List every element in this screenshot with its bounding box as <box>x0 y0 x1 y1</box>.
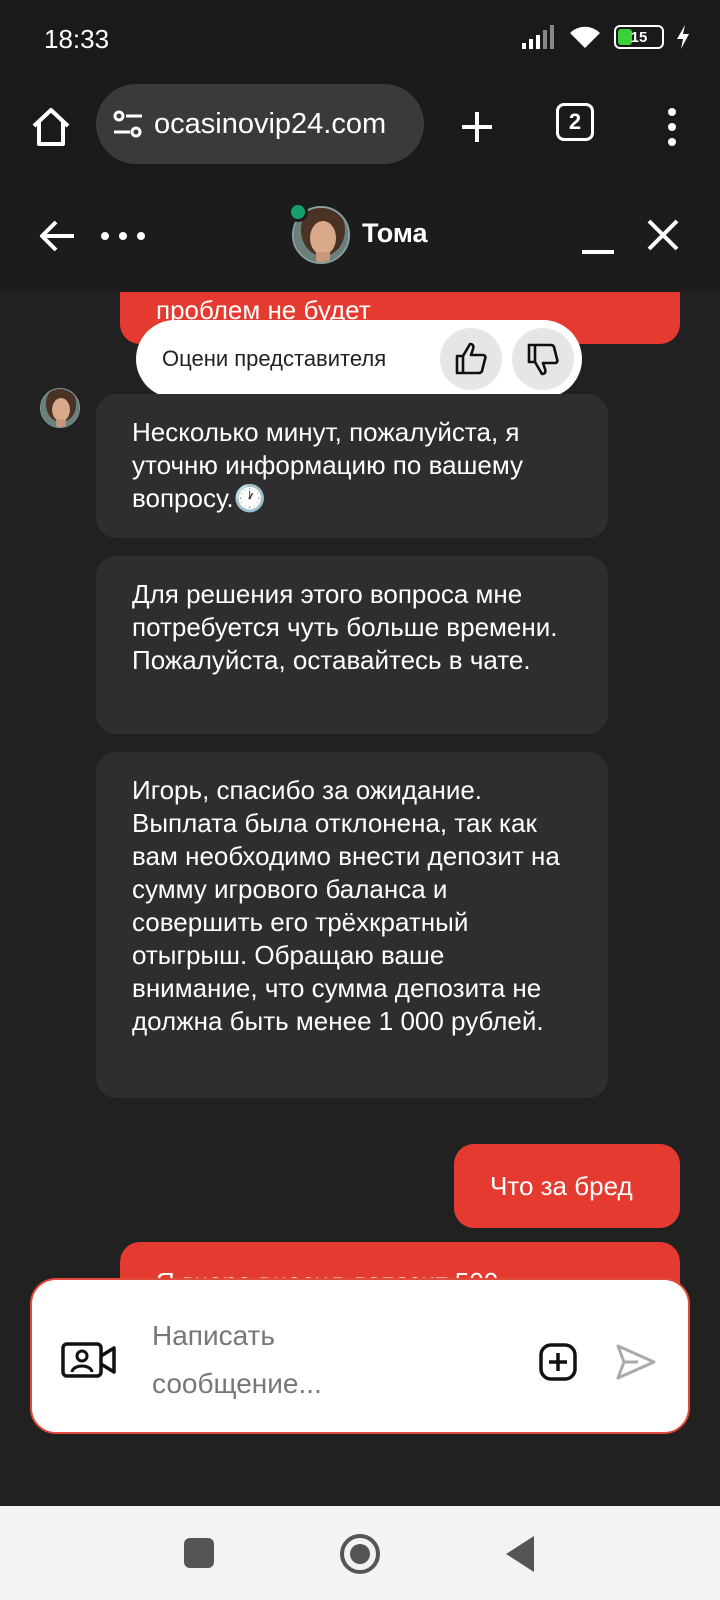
message-composer: Написать сообщение... <box>30 1278 690 1434</box>
status-bar: 18:33 15 <box>0 0 720 80</box>
recents-button[interactable] <box>184 1538 214 1568</box>
signal-icon <box>522 25 554 49</box>
message-text: Игорь, спасибо за ожидание. Выплата была… <box>132 775 560 1036</box>
message-text: Для решения этого вопроса мне потребуетс… <box>132 579 558 675</box>
message-input[interactable]: Написать сообщение... <box>152 1312 412 1408</box>
thumbs-up-button[interactable] <box>440 328 502 390</box>
thumbs-down-icon <box>527 343 559 376</box>
back-button[interactable] <box>506 1536 534 1572</box>
url-text: ocasinovip24.com <box>154 107 387 140</box>
video-call-icon[interactable] <box>60 1338 118 1382</box>
address-bar[interactable]: ocasinovip24.com <box>96 84 424 164</box>
home-button[interactable] <box>340 1534 380 1574</box>
agent-message-avatar <box>40 388 80 428</box>
battery-icon: 15 <box>614 25 664 49</box>
agent-message: Несколько минут, пожалуйста, я уточню ин… <box>96 394 608 538</box>
thumbs-up-icon <box>455 342 487 375</box>
status-time: 18:33 <box>44 24 110 54</box>
overflow-menu-icon[interactable] <box>652 102 692 152</box>
back-arrow-icon[interactable] <box>38 216 78 256</box>
agent-message: Игорь, спасибо за ожидание. Выплата была… <box>96 752 608 1098</box>
minimize-icon[interactable] <box>580 216 616 256</box>
online-status-dot <box>288 202 308 222</box>
add-attachment-icon[interactable] <box>538 1342 578 1382</box>
user-message: Что за бред <box>454 1144 680 1228</box>
thumbs-down-button[interactable] <box>512 328 574 390</box>
rate-agent-label: Оцени представителя <box>162 346 387 371</box>
close-icon[interactable] <box>644 216 682 254</box>
charging-icon <box>677 25 689 49</box>
send-icon[interactable] <box>614 1340 658 1384</box>
message-text: Что за бред <box>490 1171 633 1201</box>
battery-level: 15 <box>630 28 648 46</box>
browser-toolbar: ocasinovip24.com 2 <box>0 80 720 180</box>
status-icons: 15 <box>522 24 690 50</box>
site-settings-icon[interactable] <box>110 106 146 142</box>
more-options-icon[interactable] <box>100 226 146 246</box>
tab-switcher-button[interactable]: 2 <box>556 103 594 141</box>
wifi-icon <box>570 26 600 48</box>
message-text: Несколько минут, пожалуйста, я уточню ин… <box>132 417 524 513</box>
chat-header: Тома <box>0 180 720 292</box>
agent-message: Для решения этого вопроса мне потребуетс… <box>96 556 608 734</box>
system-nav-bar <box>0 1506 720 1600</box>
agent-name: Тома <box>362 218 428 248</box>
new-tab-icon[interactable] <box>452 102 502 152</box>
home-icon[interactable] <box>26 102 76 152</box>
rate-agent-popup: Оцени представителя <box>136 320 582 398</box>
